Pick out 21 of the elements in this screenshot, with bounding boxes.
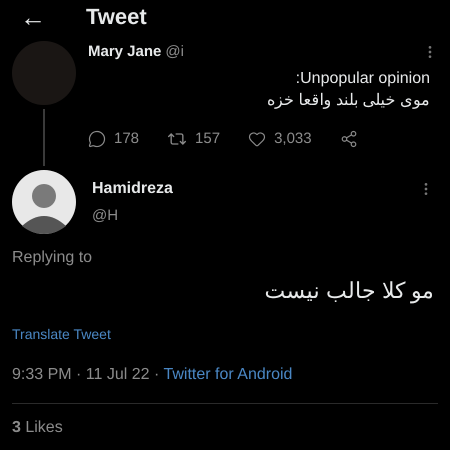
avatar[interactable] xyxy=(12,170,76,234)
tweet-text-line: موی خیلی بلند واقعا خزه xyxy=(267,90,430,111)
action-count: 178 xyxy=(114,128,140,148)
share-icon[interactable] xyxy=(340,130,358,148)
source-link[interactable]: Twitter for Android xyxy=(163,366,292,383)
author-name: Mary Jane xyxy=(88,42,162,62)
tweet-text-line: :Unpopular opinion xyxy=(296,68,430,88)
page-title: Tweet xyxy=(86,3,147,31)
action-count: 157 xyxy=(195,128,220,148)
action-count: 3,033 xyxy=(274,128,312,148)
author-name: Hamidreza xyxy=(92,178,173,199)
author-handle: @H xyxy=(92,206,120,226)
timestamp: 9:33 PM · 11 Jul 22 · xyxy=(12,366,160,383)
reply-icon[interactable] xyxy=(88,130,106,148)
back-icon[interactable]: ← xyxy=(20,4,46,30)
translate-link[interactable]: Translate Tweet xyxy=(12,326,111,342)
heart-icon[interactable] xyxy=(248,130,266,148)
reply-text: مو کلا جالب نیست xyxy=(264,277,434,306)
replying-to-label: Replying to xyxy=(12,249,92,266)
likes-count[interactable]: 3 Likes xyxy=(12,419,63,436)
author-handle: @i xyxy=(165,42,184,62)
